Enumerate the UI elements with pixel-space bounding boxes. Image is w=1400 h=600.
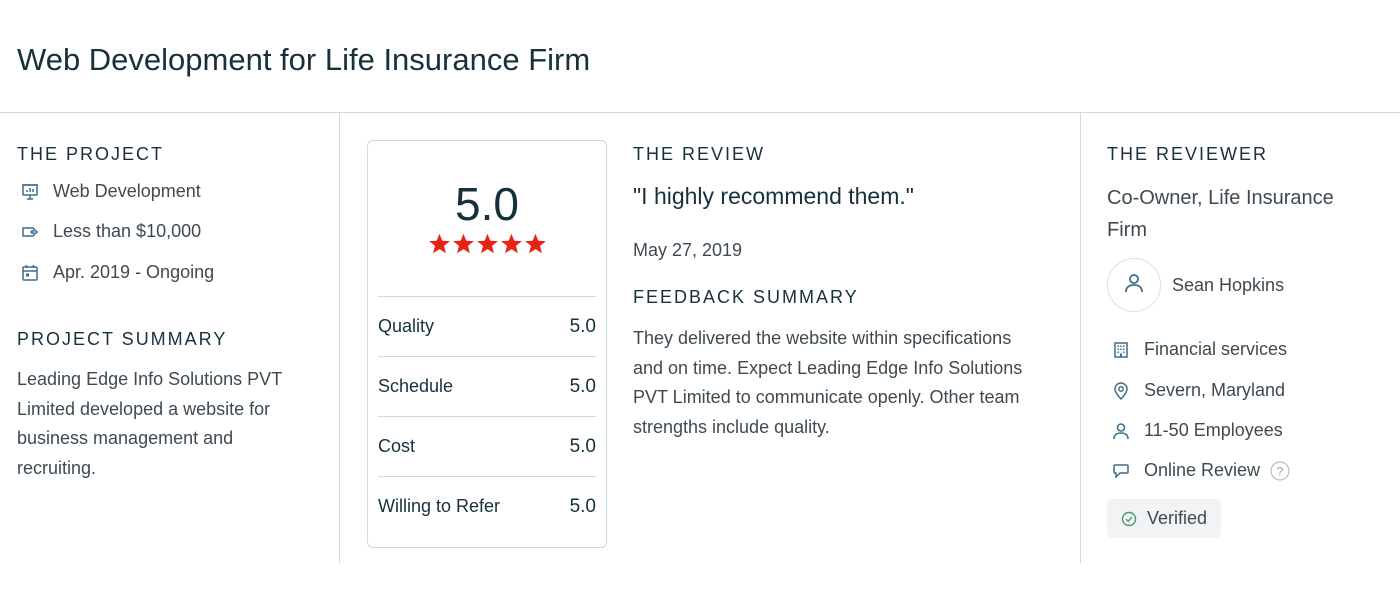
project-summary-heading: PROJECT SUMMARY — [17, 329, 228, 349]
score-label: Cost — [378, 436, 416, 456]
star-icon — [524, 233, 547, 255]
reviewer-location: Severn, Maryland — [1111, 380, 1285, 401]
user-icon — [1122, 271, 1146, 300]
presentation-board-icon — [20, 182, 40, 202]
project-timeline-label: Apr. 2019 - Ongoing — [53, 262, 215, 282]
reviewer-title: Co-Owner, Life Insurance Firm — [1107, 187, 1334, 241]
project-budget-label: Less than $10,000 — [53, 221, 202, 241]
reviewer-industry-label: Financial services — [1144, 339, 1288, 359]
reviewer-industry: Financial services — [1111, 339, 1287, 360]
score-value: 5.0 — [569, 375, 596, 397]
help-icon[interactable]: ? — [1270, 460, 1290, 481]
project-summary-text: Leading Edge Info Solutions PVT Limited … — [17, 369, 282, 478]
page-header: Web Development for Life Insurance Firm — [0, 0, 1400, 113]
person-icon — [1111, 421, 1131, 441]
score-value: 5.0 — [569, 435, 596, 457]
score-row-schedule: Schedule 5.0 — [378, 356, 596, 416]
location-pin-icon — [1111, 381, 1131, 401]
score-value: 5.0 — [569, 495, 596, 517]
reviewer-company-size-label: 11-50 Employees — [1144, 420, 1283, 440]
score-value: 5.0 — [569, 315, 596, 337]
chat-bubble-icon — [1111, 461, 1131, 481]
project-budget: Less than $10,000 — [20, 221, 201, 242]
column-divider — [1080, 113, 1081, 563]
score-row-cost: Cost 5.0 — [378, 416, 596, 476]
feedback-line: and on time. Expect Leading Edge Info So… — [633, 357, 1023, 378]
check-circle-icon — [1121, 511, 1137, 527]
score-row-willing-to-refer: Willing to Refer 5.0 — [378, 476, 596, 536]
review-date: May 27, 2019 — [633, 240, 743, 260]
price-tag-icon — [20, 222, 40, 242]
star-icon — [500, 233, 523, 255]
avatar — [1107, 258, 1161, 312]
star-icon — [476, 233, 499, 255]
feedback-line: PVT Limited to communicate openly. Other… — [633, 387, 1020, 407]
score-label: Willing to Refer — [378, 496, 501, 516]
score-label: Quality — [378, 316, 435, 336]
feedback-summary-text: They delivered the website within specif… — [633, 324, 1063, 442]
project-service: Web Development — [20, 181, 201, 202]
star-icon — [428, 233, 451, 255]
star-rating — [368, 233, 606, 255]
reviewer-company-size: 11-50 Employees — [1111, 420, 1283, 441]
feedback-line: They delivered the website within specif… — [633, 328, 1012, 348]
reviewer-review-type: Online Review ? — [1111, 460, 1290, 481]
svg-text:?: ? — [1277, 464, 1284, 478]
review-heading: THE REVIEW — [633, 144, 766, 164]
column-divider — [339, 113, 340, 563]
project-service-label: Web Development — [53, 181, 201, 201]
reviewer-heading: THE REVIEWER — [1107, 144, 1269, 164]
feedback-line: strengths include quality. — [633, 416, 830, 437]
calendar-icon — [20, 263, 40, 283]
reviewer-location-label: Severn, Maryland — [1144, 380, 1286, 400]
rating-card: 5.0 Quality 5.0 Schedule 5.0 Cost 5.0 Wi… — [367, 140, 607, 548]
reviewer-name: Sean Hopkins — [1172, 275, 1285, 295]
verified-badge: Verified — [1107, 499, 1221, 538]
reviewer-review-type-label: Online Review — [1144, 460, 1261, 480]
project-heading: THE PROJECT — [17, 144, 165, 164]
project-timeline: Apr. 2019 - Ongoing — [20, 262, 214, 283]
review-quote: "I highly recommend them." — [633, 183, 914, 209]
feedback-summary-heading: FEEDBACK SUMMARY — [633, 287, 859, 307]
building-icon — [1111, 340, 1131, 360]
star-icon — [452, 233, 475, 255]
overall-score: 5.0 — [455, 178, 519, 230]
page-title: Web Development for Life Insurance Firm — [17, 42, 591, 77]
verified-label: Verified — [1147, 508, 1208, 528]
score-label: Schedule — [378, 376, 454, 396]
score-row-quality: Quality 5.0 — [378, 296, 596, 356]
